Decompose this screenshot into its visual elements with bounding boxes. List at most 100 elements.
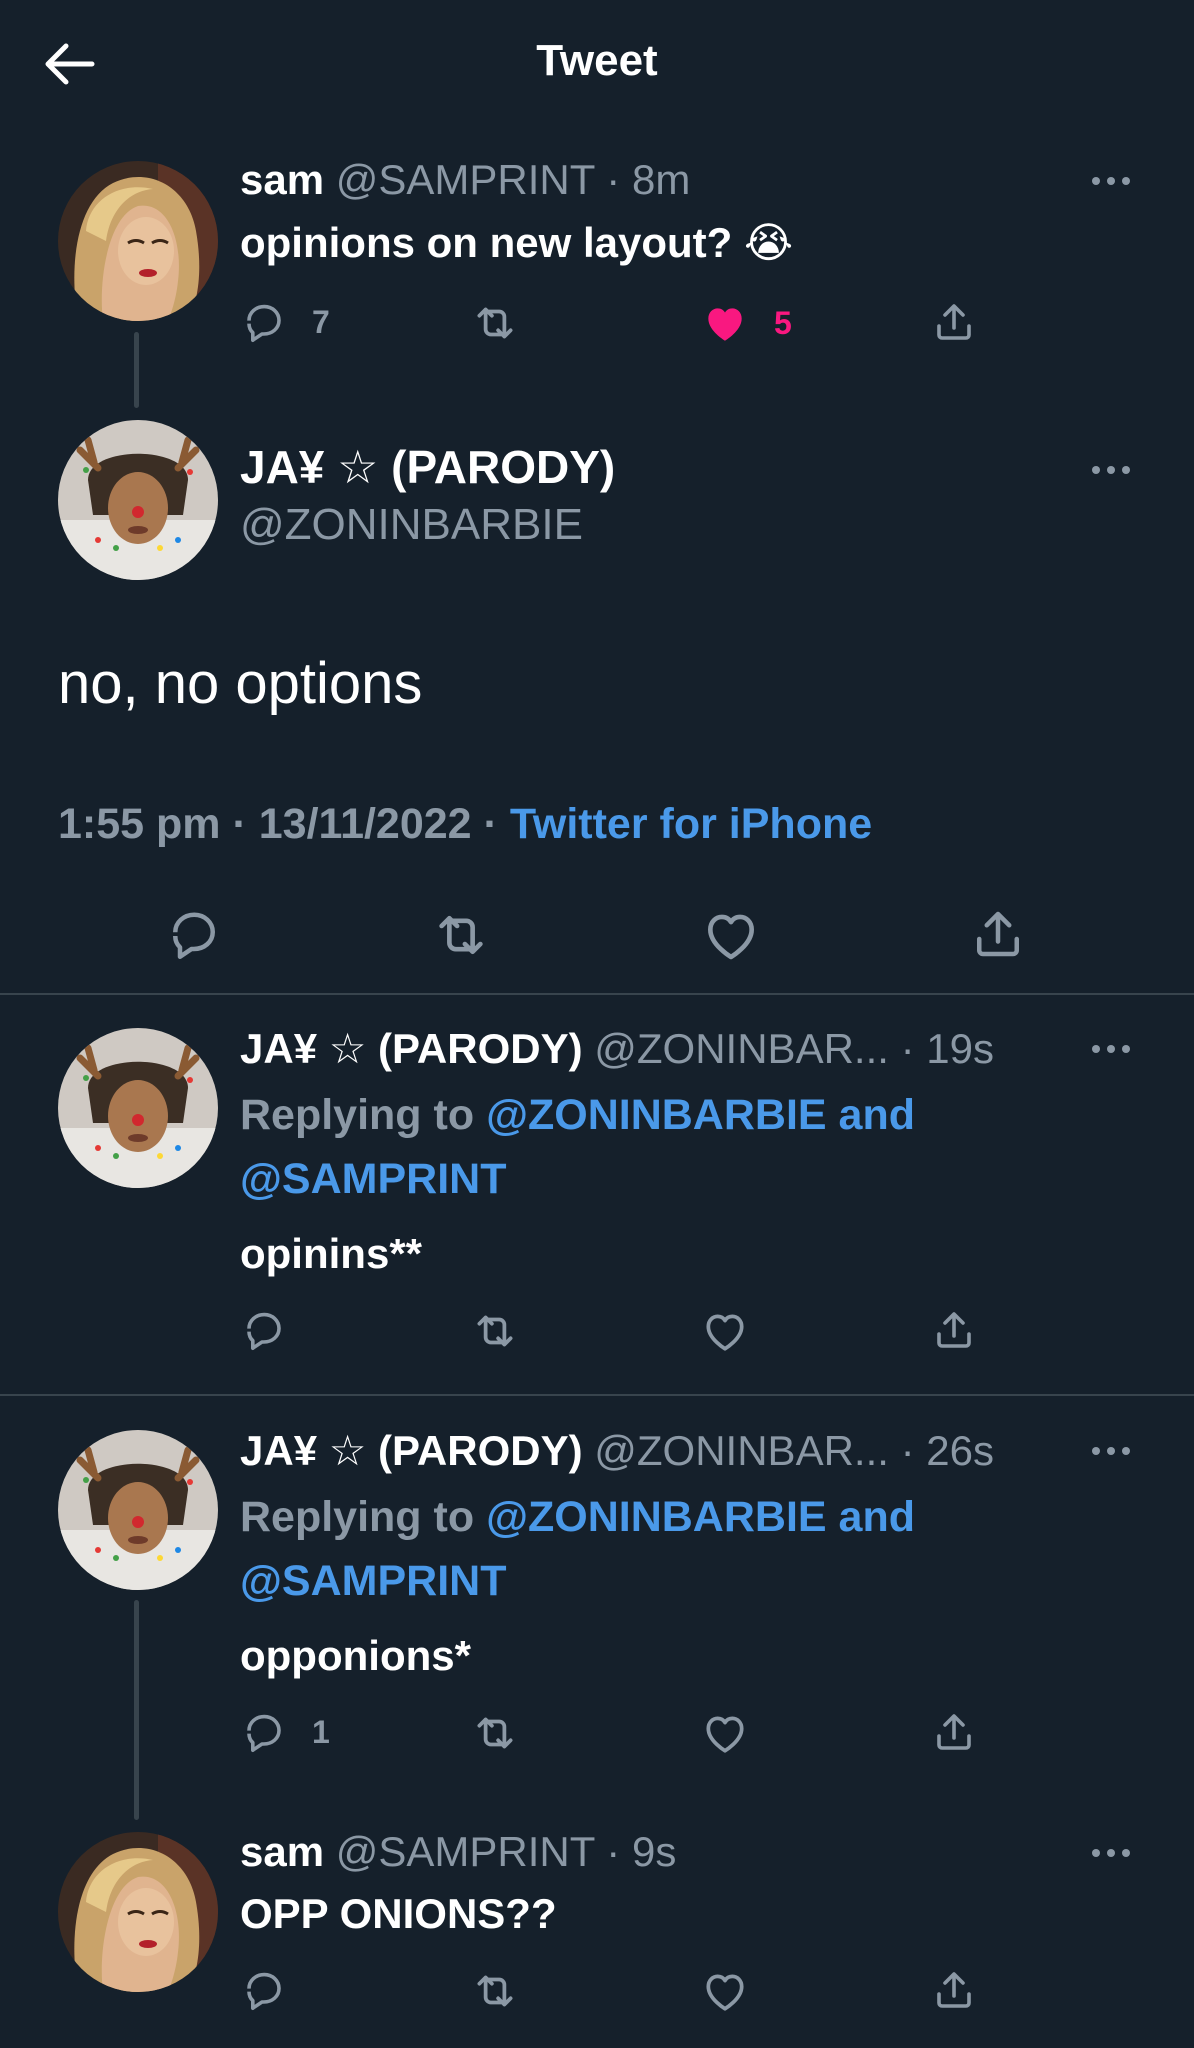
reply-icon — [240, 1966, 288, 2014]
avatar-image — [58, 420, 218, 580]
tweet-text: opinins** — [240, 1230, 423, 1277]
avatar[interactable] — [58, 1430, 218, 1590]
reply-icon — [240, 1708, 288, 1756]
tweet-text: no, no options — [58, 651, 423, 716]
avatar-image — [58, 1028, 218, 1188]
mention-link[interactable]: @ZONINBARBIE and — [486, 1091, 915, 1139]
avatar-image — [58, 1832, 218, 1992]
share-button[interactable] — [930, 298, 978, 346]
mention-link[interactable]: @SAMPRINT — [240, 1155, 506, 1203]
reply-header: JA¥ ☆ (PARODY) @ZONINBAR... · 19s — [240, 1024, 994, 1073]
retweet-icon — [470, 298, 520, 348]
tweet-metadata: 1:55 pm · 13/11/2022 · Twitter for iPhon… — [58, 800, 872, 849]
reply-button[interactable] — [240, 1966, 288, 2014]
thread-connector — [134, 332, 139, 408]
more-options-button[interactable] — [1086, 1034, 1136, 1064]
reply-header: JA¥ ☆ (PARODY) @ZONINBAR... · 26s — [240, 1426, 994, 1475]
avatar-image — [58, 161, 218, 321]
replying-label: Replying to — [240, 1091, 475, 1139]
separator: · — [232, 800, 247, 848]
separator: · — [900, 1025, 915, 1072]
avatar[interactable] — [58, 1028, 218, 1188]
author-name[interactable]: JA¥ ☆ (PARODY) — [240, 1427, 583, 1474]
more-options-button[interactable] — [1086, 1436, 1136, 1466]
like-button[interactable] — [700, 1966, 750, 2016]
share-icon — [930, 298, 978, 346]
like-button[interactable] — [700, 1306, 750, 1356]
heart-icon — [700, 1306, 750, 1356]
mention-link[interactable]: @ZONINBARBIE and — [486, 1493, 915, 1541]
author-handle[interactable]: @SAMPRINT — [336, 1828, 595, 1875]
tweet-time[interactable]: 19s — [926, 1025, 994, 1072]
retweet-button[interactable] — [470, 1306, 520, 1356]
heart-icon — [700, 1966, 750, 2016]
share-button[interactable] — [930, 1708, 978, 1756]
reply-button[interactable] — [240, 1306, 288, 1354]
tweet-time[interactable]: 8m — [632, 156, 690, 203]
retweet-button[interactable] — [470, 1708, 520, 1758]
tweet-text: opponions* — [240, 1632, 471, 1679]
reply-button[interactable]: 7 — [240, 298, 330, 346]
tweet-time[interactable]: 26s — [926, 1427, 994, 1474]
page-title: Tweet — [536, 36, 658, 85]
retweet-button[interactable] — [470, 1966, 520, 2016]
share-icon — [930, 1966, 978, 2014]
author-handle[interactable]: @ZONINBAR... — [594, 1427, 889, 1474]
replying-label: Replying to — [240, 1493, 475, 1541]
retweet-icon — [470, 1306, 520, 1356]
share-button[interactable] — [968, 904, 1028, 964]
reply-count: 7 — [312, 303, 330, 340]
avatar-image — [58, 1430, 218, 1590]
more-options-button[interactable] — [1086, 455, 1136, 485]
mention-link[interactable]: @SAMPRINT — [240, 1557, 506, 1605]
replying-to: Replying to @ZONINBARBIE and @SAMPRINT — [240, 1485, 1060, 1613]
retweet-icon — [470, 1966, 520, 2016]
like-button[interactable] — [700, 1708, 750, 1758]
replying-to: Replying to @ZONINBARBIE and @SAMPRINT — [240, 1083, 1060, 1211]
separator: · — [606, 1828, 621, 1875]
tweet-source-link[interactable]: Twitter for iPhone — [510, 800, 872, 848]
share-button[interactable] — [930, 1306, 978, 1354]
tweet-timestamp: 1:55 pm — [58, 800, 221, 848]
author-handle[interactable]: @SAMPRINT — [336, 156, 595, 203]
share-icon — [930, 1306, 978, 1354]
author-name[interactable]: sam — [240, 1828, 324, 1875]
more-options-button[interactable] — [1086, 166, 1136, 196]
like-count: 5 — [774, 304, 792, 341]
separator: · — [900, 1427, 915, 1474]
retweet-icon — [470, 1708, 520, 1758]
retweet-button[interactable] — [430, 904, 492, 966]
avatar[interactable] — [58, 1832, 218, 1992]
divider — [0, 993, 1194, 995]
author-name[interactable]: JA¥ ☆ (PARODY) — [240, 1025, 583, 1072]
share-icon — [968, 904, 1028, 964]
like-button[interactable] — [700, 904, 762, 966]
share-icon — [930, 1708, 978, 1756]
divider — [0, 1394, 1194, 1396]
tweet-text: opinions on new layout? 😭 — [240, 219, 794, 266]
reply-count: 1 — [312, 1713, 330, 1750]
like-button[interactable]: 5 — [700, 298, 792, 348]
retweet-button[interactable] — [470, 298, 520, 348]
share-button[interactable] — [930, 1966, 978, 2014]
reply-icon — [240, 1306, 288, 1354]
tweet-date: 13/11/2022 — [258, 800, 472, 848]
author-handle[interactable]: @ZONINBAR... — [594, 1025, 889, 1072]
heart-icon — [700, 904, 762, 966]
more-options-button[interactable] — [1086, 1838, 1136, 1868]
avatar[interactable] — [58, 420, 218, 580]
separator: · — [483, 800, 498, 848]
author-name[interactable]: sam — [240, 156, 324, 203]
heart-filled-icon — [700, 298, 750, 348]
reply-button[interactable]: 1 — [240, 1708, 330, 1756]
reply-button[interactable] — [164, 904, 224, 964]
top-bar: Tweet — [0, 0, 1194, 130]
reply-icon — [240, 298, 288, 346]
author-handle[interactable]: @ZONINBARBIE — [240, 500, 583, 550]
separator: · — [606, 156, 621, 203]
tweet-text: OPP ONIONS?? — [240, 1890, 557, 1937]
heart-icon — [700, 1708, 750, 1758]
tweet-time[interactable]: 9s — [632, 1828, 676, 1875]
avatar[interactable] — [58, 161, 218, 321]
author-name[interactable]: JA¥ ☆ (PARODY) — [240, 440, 615, 494]
